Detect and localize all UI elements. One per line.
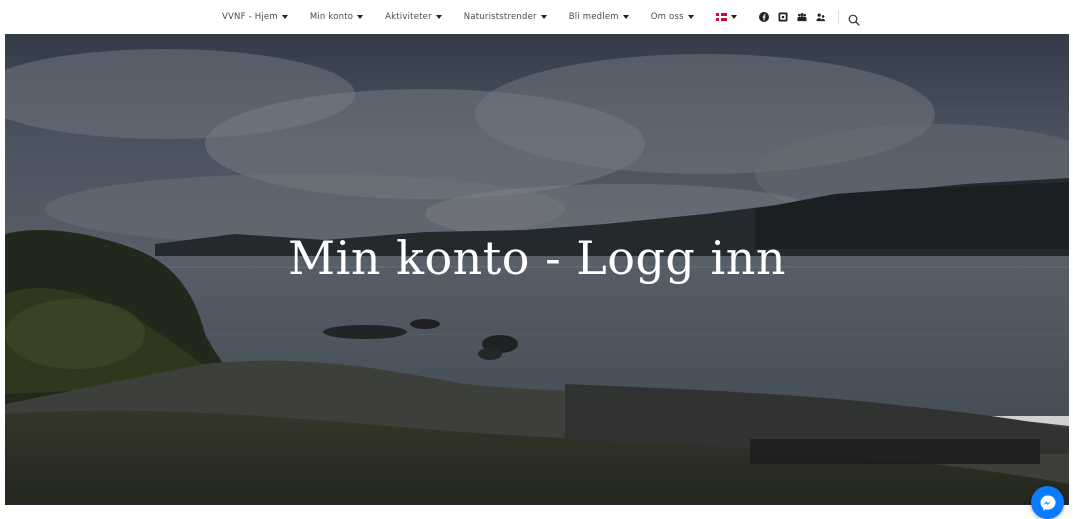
page-title: Min konto - Logg inn — [288, 231, 786, 285]
instagram-icon[interactable] — [778, 12, 788, 22]
nav-item-activities[interactable]: Aktiviteter — [385, 12, 442, 22]
group-icon[interactable] — [797, 12, 807, 22]
caret-down-icon — [357, 15, 364, 19]
norwegian-flag-icon — [715, 13, 727, 21]
caret-down-icon — [281, 15, 288, 19]
nav-item-become-member[interactable]: Bli medlem — [569, 12, 629, 22]
nav-item-my-account[interactable]: Min konto — [309, 12, 364, 22]
language-switcher[interactable] — [715, 13, 737, 21]
facebook-icon[interactable] — [758, 12, 769, 22]
nav-item-home[interactable]: VVNF - Hjem — [222, 12, 288, 22]
search-icon[interactable] — [848, 11, 860, 26]
nav-item-naturist-beaches[interactable]: Naturiststrender — [464, 12, 547, 22]
hero-banner: Min konto - Logg inn — [5, 34, 1069, 505]
nav-item-label: Aktiviteter — [385, 12, 432, 22]
messenger-icon[interactable] — [1031, 486, 1064, 519]
nav-item-label: Bli medlem — [568, 12, 619, 22]
nav-divider — [837, 10, 839, 24]
nav-item-label: Om oss — [650, 12, 684, 22]
nav-menu: VVNF - Hjem Min konto Aktiviteter Naturi… — [222, 0, 860, 34]
caret-down-icon — [540, 15, 547, 19]
top-navigation: VVNF - Hjem Min konto Aktiviteter Naturi… — [0, 0, 1073, 34]
caret-down-icon — [687, 15, 694, 19]
nav-item-label: Min konto — [309, 12, 354, 22]
caret-down-icon — [622, 15, 629, 19]
nav-item-label: Naturiststrender — [463, 12, 537, 22]
nav-item-label: VVNF - Hjem — [222, 12, 278, 22]
caret-down-icon — [730, 15, 737, 19]
users-icon[interactable] — [816, 12, 826, 22]
social-links — [758, 12, 835, 22]
caret-down-icon — [435, 15, 442, 19]
nav-item-about-us[interactable]: Om oss — [651, 12, 694, 22]
